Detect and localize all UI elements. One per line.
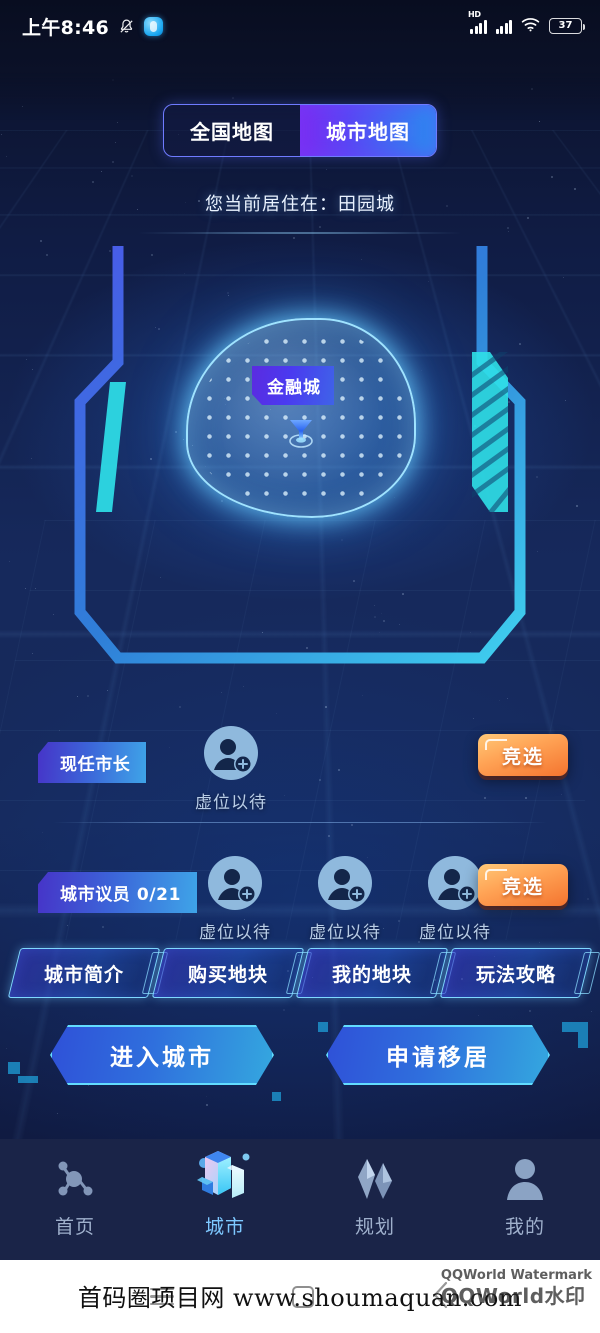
tab-city-label: 城市 (204, 1216, 245, 1238)
status-bar: 上午8:46 HD 37 (0, 0, 600, 52)
tab-mine-label: 我的 (504, 1216, 545, 1238)
residence-glow-line (135, 232, 465, 234)
council-slot-2[interactable]: 虚位以待 (290, 856, 400, 943)
add-user-avatar-icon[interactable] (318, 856, 372, 914)
council-slot-3-label: 虚位以待 (419, 923, 491, 943)
tab-home[interactable]: 首页 (0, 1153, 150, 1239)
status-bar-left: 上午8:46 (22, 13, 164, 40)
region-label-tag[interactable]: 金融城 (252, 366, 334, 405)
wifi-icon (521, 17, 540, 36)
watermark-brand-line2: QQWorld水印 (440, 1284, 586, 1309)
city-region-blob[interactable]: 金融城 (186, 318, 416, 518)
city-map-stage: 金融城 (0, 240, 600, 690)
status-bar-right: HD 37 (468, 10, 585, 36)
chip-city-intro[interactable]: 城市简介 (7, 948, 169, 998)
council-slot-1-label: 虚位以待 (199, 923, 271, 943)
tab-home-label: 首页 (54, 1216, 95, 1238)
council-vote-button[interactable]: 竞选 (478, 864, 568, 906)
map-accent-left (96, 382, 126, 512)
add-user-avatar-icon[interactable] (428, 856, 482, 914)
app-badge-icon (144, 16, 164, 36)
location-pin-icon[interactable] (286, 415, 316, 449)
enter-city-button[interactable]: 进入城市 (50, 1025, 274, 1085)
chip-label: 我的地块 (331, 963, 412, 986)
add-user-avatar-icon[interactable] (208, 856, 262, 914)
residence-text: 您当前居住在：田园城 (205, 194, 395, 215)
tab-city-map[interactable]: 城市地图 (300, 105, 436, 156)
hd-label: HD (468, 9, 481, 19)
signal-bars-icon-2 (495, 19, 512, 34)
mayor-slot[interactable]: 虚位以待 (176, 726, 286, 813)
primary-actions-row: 进入城市 申请移居 (0, 1025, 600, 1095)
map-toggle-group: 全国地图 城市地图 (163, 104, 437, 157)
mayor-badge: 现任市长 (38, 742, 147, 783)
map-toggle: 全国地图 城市地图 (0, 104, 600, 157)
watermark-brand: QQWorld Watermark QQWorld水印 (441, 1268, 592, 1309)
chip-label: 玩法攻略 (475, 963, 556, 986)
council-slot-2-label: 虚位以待 (309, 923, 381, 943)
person-icon (503, 1153, 547, 1205)
chip-buy-land[interactable]: 购买地块 (151, 948, 313, 998)
apply-migration-label: 申请移居 (386, 1045, 490, 1071)
tab-mine[interactable]: 我的 (450, 1153, 600, 1239)
chip-gameplay-guide[interactable]: 玩法攻略 (439, 948, 600, 998)
quick-links-row: 城市简介 购买地块 我的地块 玩法攻略 (0, 948, 600, 1006)
tab-national-map[interactable]: 全国地图 (164, 105, 300, 156)
hd-signal-group: HD (468, 10, 487, 34)
apply-migration-button[interactable]: 申请移居 (326, 1025, 550, 1085)
map-accent-right (472, 352, 508, 512)
battery-level: 37 (558, 20, 573, 31)
bottom-tab-bar: 首页 城市 规划 我的 (0, 1139, 600, 1260)
city-buildings-icon (194, 1151, 256, 1205)
diamond-icon (353, 1153, 397, 1205)
chip-label: 购买地块 (187, 963, 268, 986)
council-slot-1[interactable]: 虚位以待 (180, 856, 290, 943)
mayor-vote-button[interactable]: 竞选 (478, 734, 568, 776)
enter-city-label: 进入城市 (110, 1045, 214, 1071)
chip-my-land[interactable]: 我的地块 (295, 948, 457, 998)
mayor-slot-label: 虚位以待 (195, 793, 267, 813)
tab-city[interactable]: 城市 (150, 1151, 300, 1239)
bell-muted-icon (118, 18, 135, 35)
watermark-brand-line1: QQWorld Watermark (440, 1268, 592, 1283)
molecule-icon (52, 1153, 98, 1205)
tab-planning-label: 规划 (354, 1216, 395, 1238)
council-badge: 城市议员 0/21 (38, 872, 198, 913)
tab-planning[interactable]: 规划 (300, 1153, 450, 1239)
council-section: 城市议员 0/21 虚位以待 虚位以待 虚位以待 竞选 (0, 848, 600, 948)
signal-bars-icon (470, 19, 487, 34)
section-divider (52, 822, 548, 823)
app-root: 上午8:46 HD 37 全国地图 城市地图 您当前居住在：田园城 金融城 现任… (0, 0, 600, 1333)
add-user-avatar-icon[interactable] (204, 726, 258, 784)
status-time: 上午8:46 (22, 16, 110, 39)
mayor-section: 现任市长 虚位以待 竞选 (0, 718, 600, 818)
chip-label: 城市简介 (43, 963, 124, 986)
battery-icon: 37 (549, 18, 585, 34)
